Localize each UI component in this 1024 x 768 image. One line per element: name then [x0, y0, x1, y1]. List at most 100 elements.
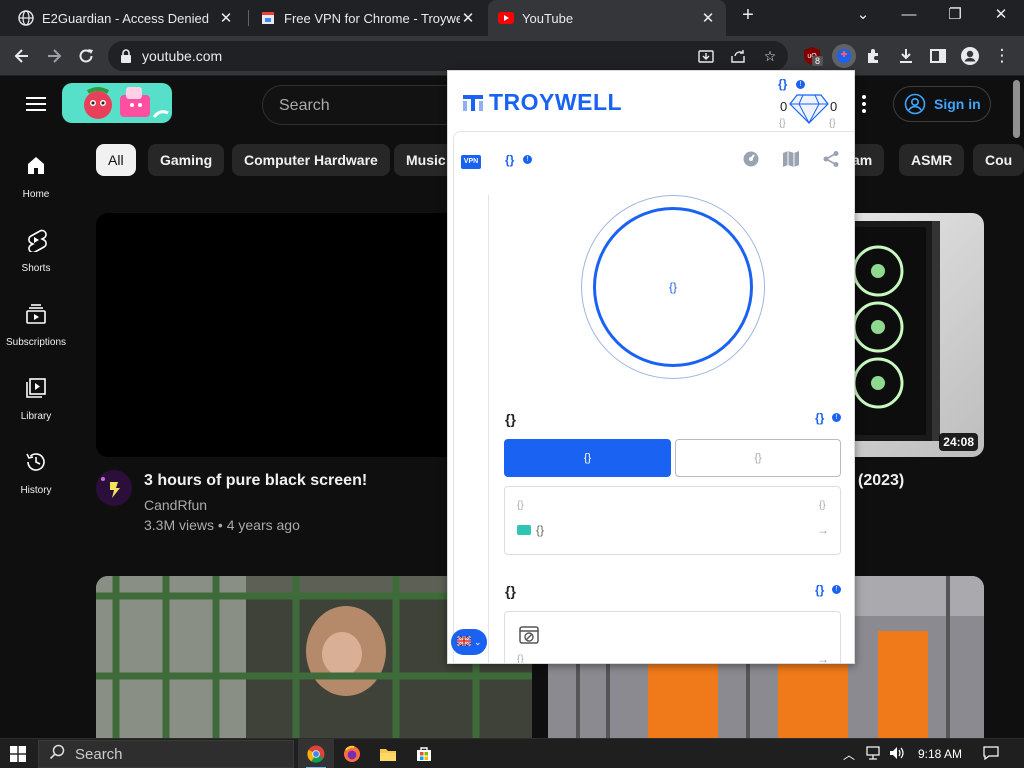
video-title-partial[interactable]: (2023) — [858, 472, 904, 490]
home-icon — [24, 154, 48, 178]
windows-taskbar: Search ︿ 9:18 AM — [0, 738, 1024, 768]
blocked-window-icon — [519, 626, 539, 649]
youtube-doodle-logo[interactable] — [62, 83, 172, 123]
tools-section-info[interactable]: {} ! — [815, 581, 841, 599]
placeholder-text: {} — [815, 411, 825, 425]
search-placeholder: Search — [279, 97, 330, 114]
nav-label: Subscriptions — [5, 337, 67, 348]
tab-e2guardian[interactable]: E2Guardian - Access Denied ✕ — [8, 0, 244, 36]
chip-asmr[interactable]: ASMR — [899, 144, 965, 176]
notifications-icon[interactable] — [983, 746, 999, 763]
info-badge-icon[interactable]: ! — [522, 155, 532, 165]
close-tab-icon[interactable]: ✕ — [700, 9, 716, 27]
address-bar[interactable]: youtube.com ☆ — [108, 41, 788, 71]
video-channel-name[interactable]: CandRfun — [144, 497, 207, 513]
sign-in-label: Sign in — [934, 96, 981, 112]
channel-avatar[interactable] — [96, 470, 132, 506]
connect-button[interactable]: {} — [593, 207, 753, 367]
troywell-extension-icon[interactable] — [832, 44, 856, 68]
reload-button[interactable] — [74, 44, 98, 68]
restore-button[interactable]: ❐ — [932, 3, 978, 31]
account-circle-icon — [904, 93, 926, 115]
volume-icon[interactable] — [889, 746, 905, 763]
tool-card[interactable]: {} → — [504, 611, 841, 663]
share-network-icon[interactable] — [822, 150, 840, 168]
tab-search-chevron-icon[interactable]: ⌄ — [840, 3, 886, 31]
tab-title: E2Guardian - Access Denied — [42, 10, 209, 26]
tab-youtube[interactable]: YouTube ✕ — [488, 0, 726, 36]
server-location-card[interactable]: {} {} {} → — [504, 486, 841, 555]
side-panel-icon[interactable] — [926, 44, 950, 68]
sign-in-button[interactable]: Sign in — [893, 86, 991, 122]
tab-title: Free VPN for Chrome - Troywell V — [284, 10, 460, 26]
share-icon[interactable] — [728, 46, 748, 66]
more-options-icon[interactable] — [862, 95, 866, 115]
brand-name: TROYWELL — [489, 89, 623, 115]
tray-chevron-up-icon[interactable]: ︿ — [843, 746, 855, 763]
language-selector[interactable]: ⌄ — [451, 629, 487, 655]
taskbar-clock[interactable]: 9:18 AM — [918, 747, 962, 761]
close-tab-icon[interactable]: ✕ — [460, 9, 476, 27]
chrome-menu-icon[interactable]: ⋮ — [990, 44, 1014, 68]
chip-computer-hardware[interactable]: Computer Hardware — [232, 144, 390, 176]
info-badge-icon: ! — [831, 585, 841, 595]
store-icon — [260, 10, 276, 26]
downloads-icon[interactable] — [894, 44, 918, 68]
location-section-info[interactable]: {} ! — [815, 409, 841, 427]
nav-item-history[interactable]: History — [0, 436, 72, 506]
map-icon[interactable] — [782, 150, 800, 168]
profile-icon[interactable] — [958, 44, 982, 68]
network-icon[interactable] — [866, 746, 882, 763]
youtube-search-input[interactable]: Search — [262, 85, 462, 125]
meta-separator: • — [217, 517, 223, 533]
firefox-taskbar-icon[interactable] — [334, 739, 370, 768]
extensions-puzzle-icon[interactable] — [862, 44, 886, 68]
store-taskbar-icon[interactable] — [406, 739, 442, 768]
file-explorer-taskbar-icon[interactable] — [370, 739, 406, 768]
mode-option-secondary-button[interactable]: {} — [675, 439, 841, 477]
install-app-icon[interactable] — [696, 46, 716, 66]
chrome-taskbar-icon[interactable] — [298, 739, 334, 768]
bookmark-star-icon[interactable]: ☆ — [760, 46, 780, 66]
windows-start-icon[interactable] — [0, 739, 36, 768]
taskbar-search-label: Search — [75, 745, 123, 763]
placeholder-text: {} — [517, 500, 524, 511]
chip-gaming[interactable]: Gaming — [148, 144, 225, 176]
nav-label: Library — [20, 411, 52, 422]
close-tab-icon[interactable]: ✕ — [218, 9, 234, 27]
troywell-brand: TROYWELL — [463, 89, 622, 116]
menu-hamburger-icon[interactable] — [26, 97, 46, 111]
close-window-button[interactable]: ✕ — [978, 3, 1024, 31]
premium-gem-counter[interactable]: {} ! 0 0 {} {} — [778, 75, 842, 131]
tab-title: YouTube — [522, 10, 574, 26]
nav-item-shorts[interactable]: Shorts — [0, 214, 72, 284]
new-tab-button[interactable]: + — [736, 4, 760, 30]
video-duration: 24:08 — [939, 433, 978, 451]
page-scrollbar-thumb[interactable] — [1013, 80, 1020, 138]
location-section-title: {} — [505, 411, 516, 427]
video-title[interactable]: 3 hours of pure black screen! — [144, 472, 367, 490]
troywell-vpn-popup: TROYWELL {} ! 0 0 {} {} VPN {} ! {} {} {… — [447, 70, 855, 664]
back-button[interactable] — [10, 44, 34, 68]
placeholder-text: {} — [536, 523, 545, 537]
vpn-badge: VPN — [461, 155, 481, 169]
side-tab-vpn[interactable]: VPN — [453, 131, 489, 195]
placeholder-text: {} — [819, 500, 826, 511]
speedometer-icon[interactable] — [742, 150, 760, 168]
taskbar-search-box[interactable]: Search — [38, 740, 294, 768]
lock-icon[interactable] — [120, 49, 134, 63]
youtube-icon — [498, 10, 514, 26]
ublock-extension-icon[interactable]: uO 8 — [800, 44, 824, 68]
arrow-right-icon: → — [817, 523, 829, 537]
nav-label: History — [20, 485, 52, 496]
chip-partial[interactable]: Cou — [973, 144, 1024, 176]
forward-button[interactable] — [42, 44, 66, 68]
nav-item-subscriptions[interactable]: Subscriptions — [0, 288, 72, 358]
nav-item-home[interactable]: Home — [0, 140, 72, 210]
extension-badge-count: 8 — [812, 56, 824, 66]
minimize-button[interactable]: — — [886, 3, 932, 31]
tab-troywell-store[interactable]: Free VPN for Chrome - Troywell V ✕ — [250, 0, 486, 36]
nav-item-library[interactable]: Library — [0, 362, 72, 432]
mode-option-primary-button[interactable]: {} — [504, 439, 671, 477]
chip-all[interactable]: All — [96, 144, 136, 176]
